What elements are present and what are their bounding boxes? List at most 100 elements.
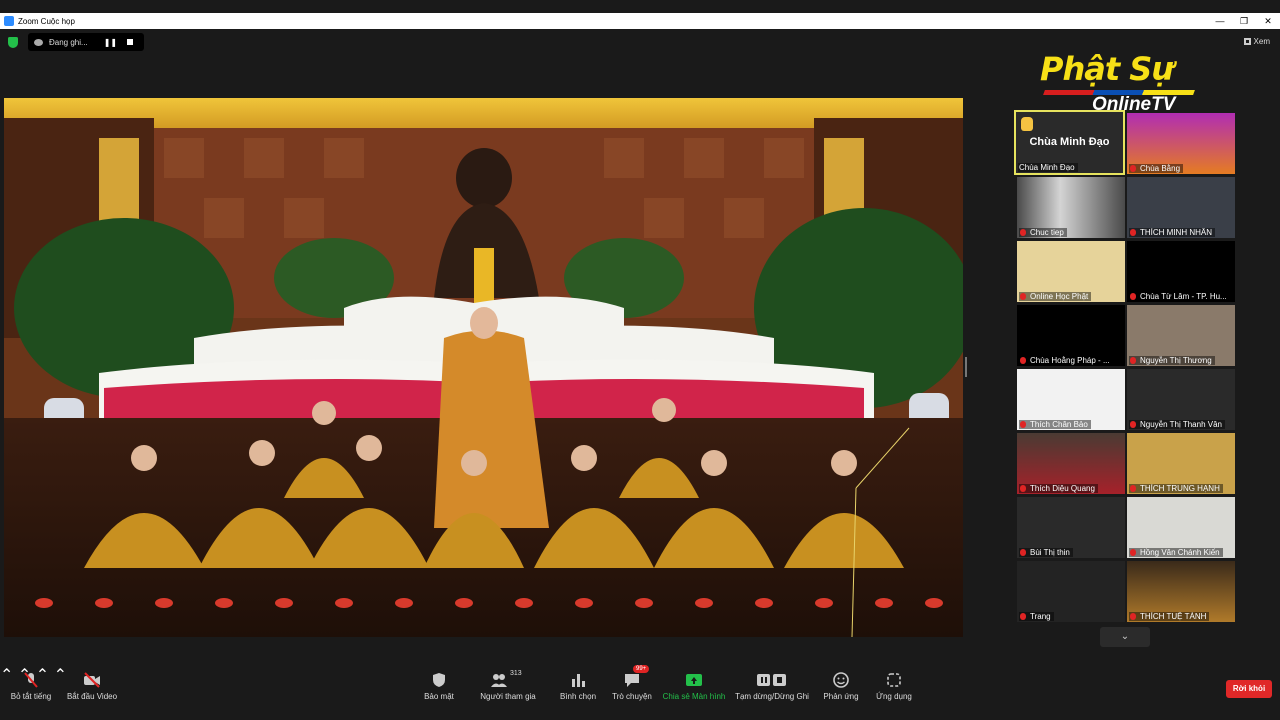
participant-name: Trang <box>1019 612 1054 621</box>
participant-name: Chùa Minh Đạo <box>1018 163 1078 172</box>
muted-mic-icon <box>1130 485 1136 492</box>
screen-top-strip <box>0 0 1280 13</box>
window-title: Zoom Cuộc họp <box>18 16 75 26</box>
pause-record-label: Tạm dừng/Dừng Ghi <box>735 692 809 701</box>
participant-tile[interactable]: Nguyễn Thị Thương <box>1127 305 1235 366</box>
muted-mic-icon <box>22 672 40 688</box>
view-button[interactable]: Xem <box>1243 37 1270 46</box>
polls-label: Bình chọn <box>559 692 597 701</box>
muted-mic-icon <box>1020 613 1026 620</box>
apps-label: Ứng dụng <box>876 692 912 701</box>
video-label: Bắt đầu Video <box>66 692 118 701</box>
participant-tile[interactable]: Chùa Từ Lâm - TP. Hu... <box>1127 241 1235 302</box>
muted-mic-icon <box>1020 549 1026 556</box>
start-video-button[interactable]: Bắt đầu Video <box>66 672 118 701</box>
security-shield-icon <box>430 672 448 688</box>
chevron-down-icon: ⌄ <box>1120 631 1130 642</box>
participant-name: Thích Chân Bảo <box>1019 420 1091 429</box>
participant-name: Nguyễn Thị Thanh Vân <box>1129 420 1225 429</box>
logo-line1: Phật Sự <box>1040 50 1174 88</box>
participant-name: Chùa Từ Lâm - TP. Hu... <box>1129 292 1230 301</box>
participant-tile[interactable]: Thích Diệu Quang <box>1017 433 1125 494</box>
participant-tile[interactable]: THÍCH TUỆ TÁNH <box>1127 561 1235 622</box>
pause-stop-record-icon <box>756 672 788 688</box>
muted-mic-icon <box>1130 229 1136 236</box>
muted-mic-icon <box>1020 293 1026 300</box>
muted-mic-icon <box>1130 549 1136 556</box>
security-label: Bảo mật <box>424 692 454 701</box>
polls-button[interactable]: Bình chọn <box>557 672 599 701</box>
participant-tile[interactable]: Chùa Hoằng Pháp - ... <box>1017 305 1125 366</box>
reactions-button[interactable]: Phản ứng <box>822 672 860 701</box>
chat-unread-badge: 99+ <box>633 665 650 673</box>
participant-name: Hồng Vân Chánh Kiến <box>1129 548 1223 557</box>
close-icon[interactable]: ✕ <box>1256 13 1280 29</box>
participant-name: THÍCH TRUNG HẠNH <box>1129 484 1223 493</box>
shield-icon[interactable] <box>8 37 18 48</box>
main-speaker-video[interactable] <box>4 98 963 637</box>
window-titlebar: Zoom Cuộc họp — ❐ ✕ <box>0 13 1280 29</box>
participant-tile[interactable]: Chuc tiep <box>1017 177 1125 238</box>
participants-icon: 313 <box>488 670 528 688</box>
share-options-caret-icon[interactable]: ⌃ <box>54 667 67 684</box>
muted-mic-icon <box>1130 357 1136 364</box>
apps-button[interactable]: Ứng dụng <box>874 672 914 701</box>
reactions-label: Phản ứng <box>823 692 859 701</box>
participants-button[interactable]: 313 Người tham gia <box>478 670 538 701</box>
active-speaker-name: Chùa Minh Đạo <box>1029 136 1110 148</box>
share-label: Chia sẻ Màn hình <box>662 692 726 701</box>
participant-tile[interactable]: Bùi Thị thin <box>1017 497 1125 558</box>
recording-cloud-icon <box>34 38 43 46</box>
muted-mic-icon <box>1130 293 1136 300</box>
panel-splitter-handle[interactable] <box>965 357 967 377</box>
participant-tile[interactable]: Thích Chân Bảo <box>1017 369 1125 430</box>
apps-icon <box>885 672 903 688</box>
bar-chart-icon <box>569 672 587 688</box>
participant-tile[interactable]: Chùa Bằng <box>1127 113 1235 174</box>
minimize-icon[interactable]: — <box>1208 13 1232 29</box>
participant-name: THÍCH TUỆ TÁNH <box>1129 612 1210 621</box>
participant-tile-active[interactable]: Chùa Minh Đạo Chùa Minh Đạo <box>1014 110 1125 175</box>
maximize-icon[interactable]: ❐ <box>1232 13 1256 29</box>
participant-name: Bùi Thị thin <box>1019 548 1073 557</box>
mute-button[interactable]: Bỏ tắt tiếng <box>8 672 54 701</box>
raised-hand-icon <box>1021 117 1033 131</box>
participant-count: 313 <box>510 670 522 677</box>
participant-tile[interactable]: Hồng Vân Chánh Kiến <box>1127 497 1235 558</box>
participants-label: Người tham gia <box>480 692 536 701</box>
muted-mic-icon <box>1020 421 1026 428</box>
grid-view-icon <box>1243 38 1251 46</box>
participant-tile[interactable]: Nguyễn Thị Thanh Vân <box>1127 369 1235 430</box>
pause-icon[interactable]: ❚❚ <box>104 38 117 47</box>
muted-mic-icon <box>1020 357 1026 364</box>
chat-button[interactable]: 99+ Trò chuyện <box>610 665 654 701</box>
participant-name: Chùa Bằng <box>1129 164 1184 173</box>
chat-bubble-icon: 99+ <box>623 665 650 688</box>
meeting-toolbar: Bỏ tắt tiếng ⌃ Bắt đầu Video ⌃ Bảo mật 3… <box>0 665 1280 720</box>
participant-tile[interactable]: THÍCH MINH NHÂN <box>1127 177 1235 238</box>
participant-name: Chùa Hoằng Pháp - ... <box>1019 356 1113 365</box>
participant-tile[interactable]: THÍCH TRUNG HẠNH <box>1127 433 1235 494</box>
recording-indicator: Đang ghi... ❚❚ <box>28 33 144 51</box>
leave-meeting-button[interactable]: Rời khỏi <box>1226 680 1272 698</box>
ceremony-video-frame <box>4 98 963 637</box>
pause-stop-recording-button[interactable]: Tạm dừng/Dừng Ghi <box>734 672 810 701</box>
mute-label: Bỏ tắt tiếng <box>10 692 52 701</box>
participant-tile[interactable]: Online Học Phật <box>1017 241 1125 302</box>
muted-mic-icon <box>1130 421 1136 428</box>
participant-name: Nguyễn Thị Thương <box>1129 356 1215 365</box>
zoom-app-icon <box>4 16 14 26</box>
participant-name: Thích Diệu Quang <box>1019 484 1098 493</box>
participant-name: Online Học Phật <box>1019 292 1092 301</box>
share-screen-button[interactable]: Chia sẻ Màn hình <box>662 672 726 701</box>
stop-icon[interactable] <box>127 39 134 45</box>
gallery-next-page-button[interactable]: ⌄ <box>1100 627 1150 647</box>
share-screen-icon <box>685 672 703 688</box>
participant-tile[interactable]: Trang <box>1017 561 1125 622</box>
video-off-icon <box>83 672 101 688</box>
participant-name: Chuc tiep <box>1019 228 1067 237</box>
window-controls: — ❐ ✕ <box>1208 13 1280 29</box>
security-button[interactable]: Bảo mật <box>420 672 458 701</box>
reaction-emoji-icon <box>832 672 850 688</box>
muted-mic-icon <box>1130 613 1136 620</box>
